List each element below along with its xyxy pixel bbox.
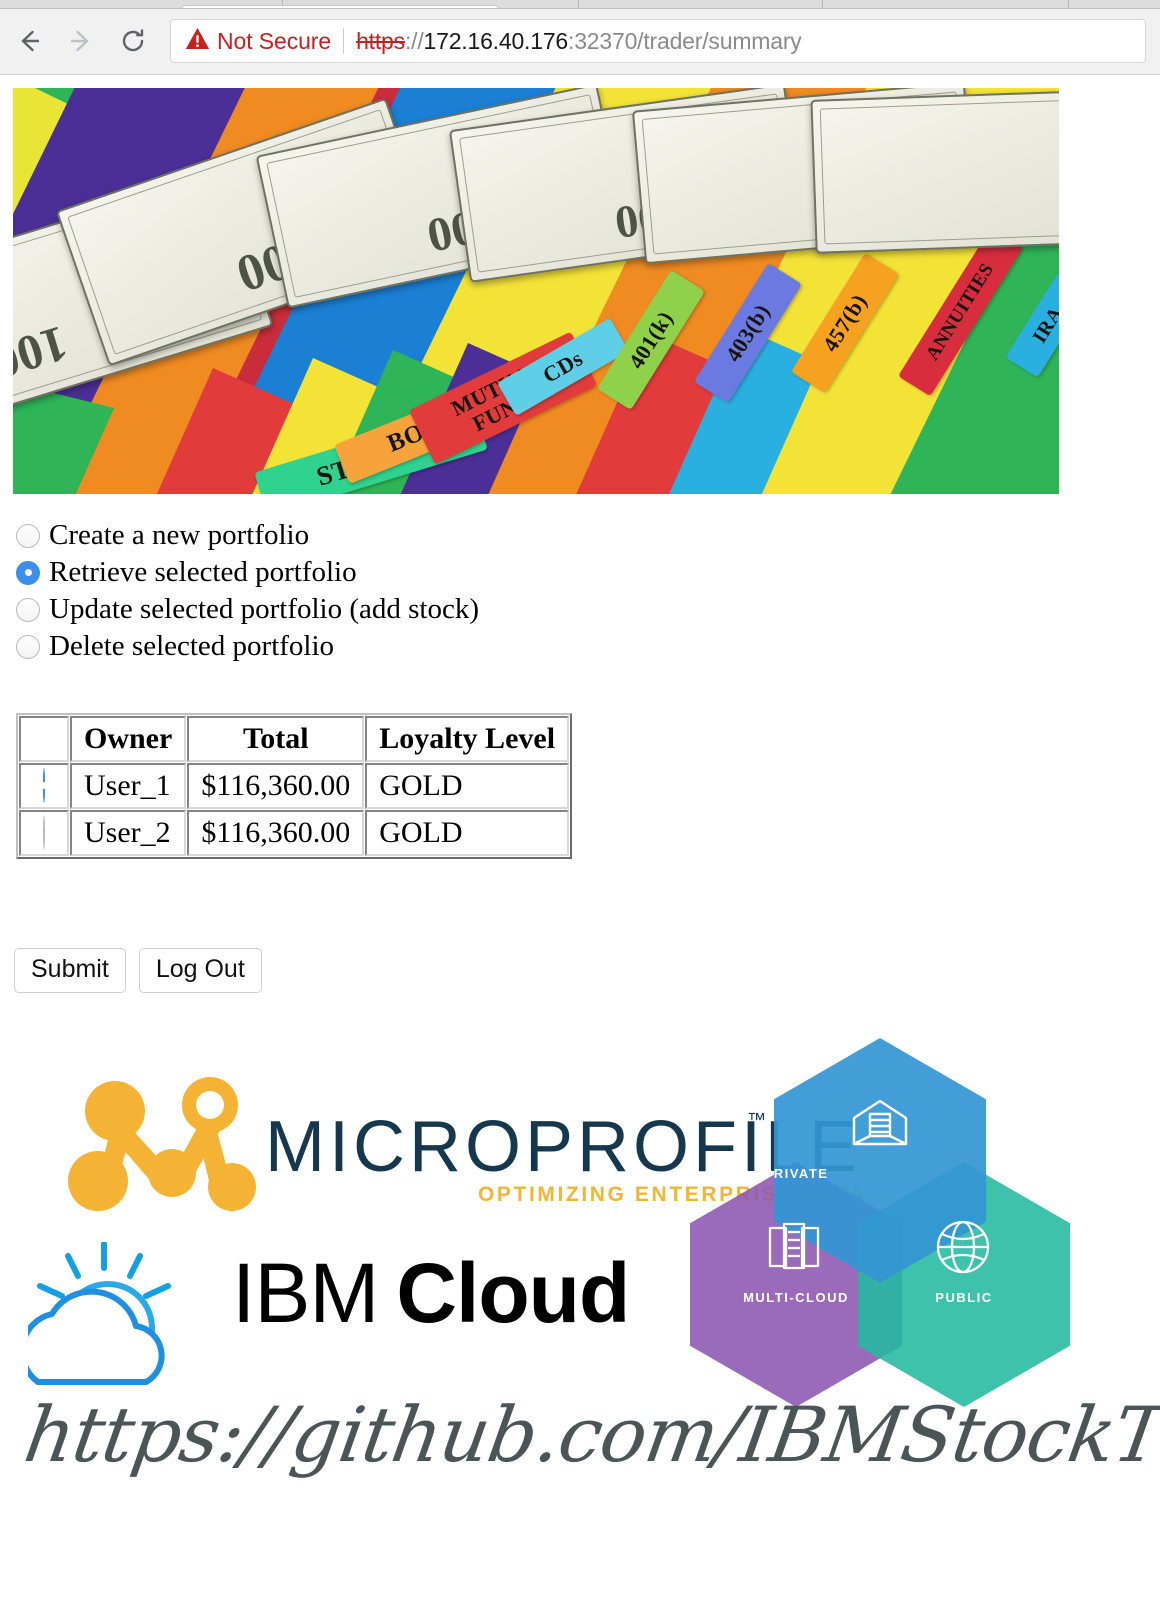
- option-retrieve-portfolio[interactable]: Retrieve selected portfolio: [16, 554, 716, 591]
- address-bar[interactable]: Not Secure https://172.16.40.176:32370/t…: [170, 19, 1146, 63]
- url-host: 172.16.40.176: [423, 27, 569, 54]
- globe-icon: [934, 1218, 992, 1281]
- tab-seam: [1068, 0, 1069, 8]
- sun-cloud-icon: [19, 1241, 206, 1388]
- radio-update-portfolio[interactable]: [16, 597, 40, 622]
- option-delete-portfolio[interactable]: Delete selected portfolio: [16, 628, 716, 665]
- radio-select-row[interactable]: [43, 815, 45, 850]
- bill-denomination: 100: [13, 315, 75, 391]
- ibm-text: IBM: [232, 1246, 379, 1340]
- submit-button[interactable]: Submit: [14, 948, 126, 993]
- cloud-text: Cloud: [396, 1246, 630, 1340]
- tab-seam: [578, 0, 579, 8]
- cell-loyalty-level: GOLD: [365, 763, 570, 809]
- column-header-total: Total: [187, 716, 365, 762]
- hexagon-label-public: PUBLIC: [935, 1290, 993, 1305]
- option-label: Update selected portfolio (add stock): [49, 593, 480, 625]
- browser-chrome: Not Secure https://172.16.40.176:32370/t…: [0, 0, 1160, 75]
- portfolio-table: Owner Total Loyalty Level User_1 $116,36…: [16, 713, 573, 859]
- column-header-select: [19, 716, 69, 762]
- radio-retrieve-portfolio[interactable]: [16, 560, 40, 585]
- warning-triangle-icon: [185, 27, 210, 55]
- option-label: Retrieve selected portfolio: [49, 556, 357, 588]
- option-create-portfolio[interactable]: Create a new portfolio: [16, 517, 716, 554]
- table-row[interactable]: User_2 $116,360.00 GOLD: [19, 810, 570, 856]
- cell-total: $116,360.00: [187, 810, 365, 856]
- forward-arrow-icon: [66, 26, 96, 56]
- reload-icon: [118, 26, 148, 56]
- address-bar-divider: [343, 28, 345, 54]
- url-path: :32370/trader/summary: [568, 27, 802, 54]
- option-label: Create a new portfolio: [49, 519, 310, 551]
- security-status-chip[interactable]: Not Secure: [171, 20, 343, 62]
- row-select-cell[interactable]: [19, 763, 69, 809]
- form-button-row: Submit Log Out: [14, 948, 275, 993]
- warehouse-icon: [850, 1094, 910, 1159]
- radio-select-row[interactable]: [43, 768, 45, 803]
- table-body: User_1 $116,360.00 GOLD User_2 $116,360.…: [19, 763, 570, 856]
- table-header-row: Owner Total Loyalty Level: [19, 716, 570, 762]
- column-header-loyalty-level: Loyalty Level: [365, 716, 570, 762]
- portfolio-action-options: Create a new portfolio Retrieve selected…: [16, 517, 716, 665]
- back-arrow-icon: [14, 26, 44, 56]
- column-header-owner: Owner: [70, 716, 187, 762]
- url-scheme: https: [356, 27, 405, 54]
- page-body: STOCKS BONDS MUTUAL FUNDS CDs 401(k) 403…: [0, 75, 1160, 1610]
- radio-create-portfolio[interactable]: [16, 523, 40, 548]
- logout-button[interactable]: Log Out: [138, 948, 262, 993]
- back-button[interactable]: [6, 18, 52, 64]
- cell-owner: User_2: [70, 810, 187, 856]
- ibm-cloud-wordmark: IBM Cloud: [232, 1245, 630, 1342]
- tab-seam: [822, 0, 823, 8]
- hexagon-label-private: PRIVATE: [763, 1166, 829, 1181]
- cell-loyalty-level: GOLD: [365, 810, 570, 856]
- table-row[interactable]: User_1 $116,360.00 GOLD: [19, 763, 570, 809]
- browser-tab-strip[interactable]: [0, 0, 1160, 9]
- table-head: Owner Total Loyalty Level: [19, 716, 570, 762]
- footer-logo-collage: MICROPROFILE ™ OPTIMIZING ENTERPRISE JAV…: [0, 1010, 1160, 1610]
- investment-folders-photo: STOCKS BONDS MUTUAL FUNDS CDs 401(k) 403…: [13, 88, 1059, 494]
- address-bar-url[interactable]: https://172.16.40.176:32370/trader/summa…: [356, 28, 802, 55]
- option-update-portfolio[interactable]: Update selected portfolio (add stock): [16, 591, 716, 628]
- servers-icon: [766, 1218, 824, 1281]
- hundred-dollar-bill: [810, 88, 1059, 254]
- browser-nav-row: Not Secure https://172.16.40.176:32370/t…: [0, 9, 1160, 73]
- cell-total: $116,360.00: [187, 763, 365, 809]
- row-select-cell[interactable]: [19, 810, 69, 856]
- folder-tab-ira: IRA: [1005, 272, 1059, 378]
- cell-owner: User_1: [70, 763, 187, 809]
- url-separator: ://: [404, 27, 424, 54]
- forward-button[interactable]: [58, 18, 104, 64]
- radio-delete-portfolio[interactable]: [16, 634, 40, 659]
- microprofile-logo-icon: [60, 1065, 260, 1213]
- github-url-text: https://github.com/IBMStockTrader: [18, 1390, 1160, 1479]
- reload-button[interactable]: [110, 18, 156, 64]
- not-secure-label: Not Secure: [217, 27, 332, 54]
- option-label: Delete selected portfolio: [49, 630, 335, 662]
- cloud-hexagon-diagram: PRIVATE MULTI-CLOUD PUBLIC: [690, 1038, 1070, 1428]
